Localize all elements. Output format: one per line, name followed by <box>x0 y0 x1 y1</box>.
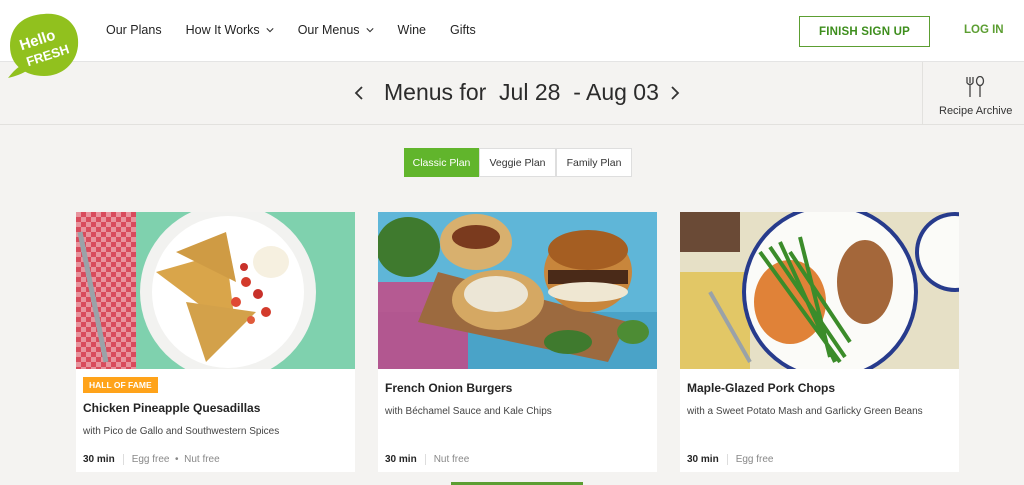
recipe-tags: Egg free <box>726 454 774 465</box>
recipe-time: 30 min <box>83 454 115 465</box>
chevron-down-icon <box>266 28 274 33</box>
top-navigation-bar: Our Plans How It Works Our Menus Wine Gi… <box>0 0 1024 62</box>
nav-our-plans[interactable]: Our Plans <box>106 23 162 37</box>
recipe-image-quesadillas[interactable] <box>76 212 355 369</box>
nav-label: Gifts <box>450 23 476 37</box>
recipe-card-quesadillas[interactable]: HALL OF FAME Chicken Pineapple Quesadill… <box>76 212 355 472</box>
recipe-subtitle: with Béchamel Sauce and Kale Chips <box>385 406 552 417</box>
nav-our-menus[interactable]: Our Menus <box>298 23 374 37</box>
hellofresh-logo[interactable]: Hello FRESH <box>6 12 82 80</box>
main-nav: Our Plans How It Works Our Menus Wine Gi… <box>106 23 500 37</box>
recipe-tags: Egg free • Nut free <box>122 454 220 465</box>
tab-classic-plan[interactable]: Classic Plan <box>404 148 479 177</box>
recipe-title[interactable]: French Onion Burgers <box>385 381 512 395</box>
chevron-right-icon[interactable] <box>668 84 682 102</box>
recipe-subtitle: with a Sweet Potato Mash and Garlicky Gr… <box>687 406 923 417</box>
recipe-meta: 30 min Nut free <box>385 454 470 465</box>
recipe-title[interactable]: Chicken Pineapple Quesadillas <box>83 401 260 415</box>
recipe-card-pork-chops[interactable]: Maple-Glazed Pork Chops with a Sweet Pot… <box>680 212 959 472</box>
recipe-card-burgers[interactable]: French Onion Burgers with Béchamel Sauce… <box>378 212 657 472</box>
chevron-down-icon <box>365 28 374 33</box>
nav-wine[interactable]: Wine <box>398 23 426 37</box>
recipe-image-burgers[interactable] <box>378 212 657 369</box>
recipe-archive-label: Recipe Archive <box>939 105 1013 117</box>
nav-gifts[interactable]: Gifts <box>450 23 476 37</box>
nav-label: Our Menus <box>297 23 360 37</box>
tab-family-plan[interactable]: Family Plan <box>556 148 632 177</box>
tab-veggie-plan[interactable]: Veggie Plan <box>479 148 556 177</box>
recipe-subtitle: with Pico de Gallo and Southwestern Spic… <box>83 426 280 437</box>
recipe-image-pork-chops[interactable] <box>680 212 959 369</box>
fork-spoon-icon <box>966 76 985 97</box>
menu-week-title: Menus for Jul 28 - Aug 03 <box>384 79 659 105</box>
recipe-time: 30 min <box>687 454 719 465</box>
recipe-meta: 30 min Egg free <box>687 454 774 465</box>
nav-label: How It Works <box>185 23 260 37</box>
nav-label: Our Plans <box>106 23 162 37</box>
plan-tabs: Classic Plan Veggie Plan Family Plan <box>404 148 632 177</box>
nav-how-it-works[interactable]: How It Works <box>186 23 274 37</box>
recipe-title[interactable]: Maple-Glazed Pork Chops <box>687 381 835 395</box>
recipe-tags: Nut free <box>424 454 470 465</box>
recipe-time: 30 min <box>385 454 417 465</box>
log-in-link[interactable]: LOG IN <box>964 24 1004 36</box>
chevron-left-icon[interactable] <box>352 84 366 102</box>
menu-week-bar: Menus for Jul 28 - Aug 03 Recipe Archive <box>0 62 1024 125</box>
finish-sign-up-button[interactable]: FINISH SIGN UP <box>799 16 930 47</box>
recipe-archive-link[interactable]: Recipe Archive <box>922 62 1024 124</box>
recipe-meta: 30 min Egg free • Nut free <box>83 454 220 465</box>
nav-label: Wine <box>397 23 427 37</box>
hall-of-fame-badge: HALL OF FAME <box>83 377 158 393</box>
